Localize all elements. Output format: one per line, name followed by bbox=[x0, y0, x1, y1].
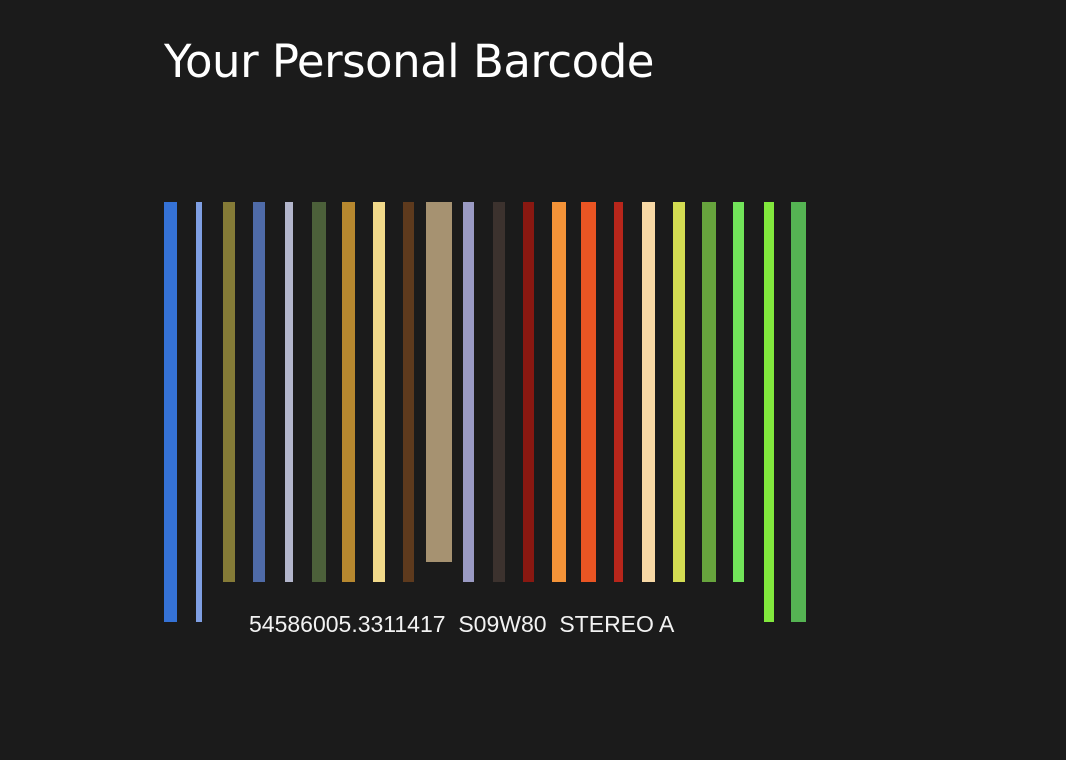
barcode-bar bbox=[523, 202, 534, 582]
barcode-bar bbox=[463, 202, 474, 582]
barcode-bar bbox=[581, 202, 596, 582]
barcode-bar bbox=[426, 202, 452, 562]
barcode-number: 54586005.3311417 bbox=[249, 611, 446, 637]
barcode-bar bbox=[373, 202, 385, 582]
barcode-bar bbox=[164, 202, 177, 622]
barcode-bar bbox=[673, 202, 685, 582]
barcode-bar bbox=[253, 202, 265, 582]
barcode-caption: 54586005.3311417 S09W80 STEREO A bbox=[249, 610, 674, 638]
barcode-bar bbox=[223, 202, 235, 582]
barcode-bar bbox=[285, 202, 293, 582]
barcode-bar bbox=[733, 202, 744, 582]
barcode-label: STEREO A bbox=[559, 611, 675, 637]
barcode-bar bbox=[791, 202, 806, 622]
barcode-page: Your Personal Barcode 54586005.3311417 S… bbox=[0, 0, 1066, 760]
barcode-bar bbox=[312, 202, 326, 582]
barcode-bar bbox=[642, 202, 655, 582]
barcode-bar bbox=[764, 202, 774, 622]
barcode-bar bbox=[342, 202, 355, 582]
barcode-bar bbox=[493, 202, 505, 582]
barcode-code: S09W80 bbox=[458, 611, 547, 637]
barcode-bar bbox=[702, 202, 716, 582]
barcode-bar bbox=[552, 202, 566, 582]
barcode-bar bbox=[403, 202, 414, 582]
barcode-bar bbox=[614, 202, 623, 582]
barcode-bar bbox=[196, 202, 202, 622]
barcode bbox=[0, 0, 1066, 760]
